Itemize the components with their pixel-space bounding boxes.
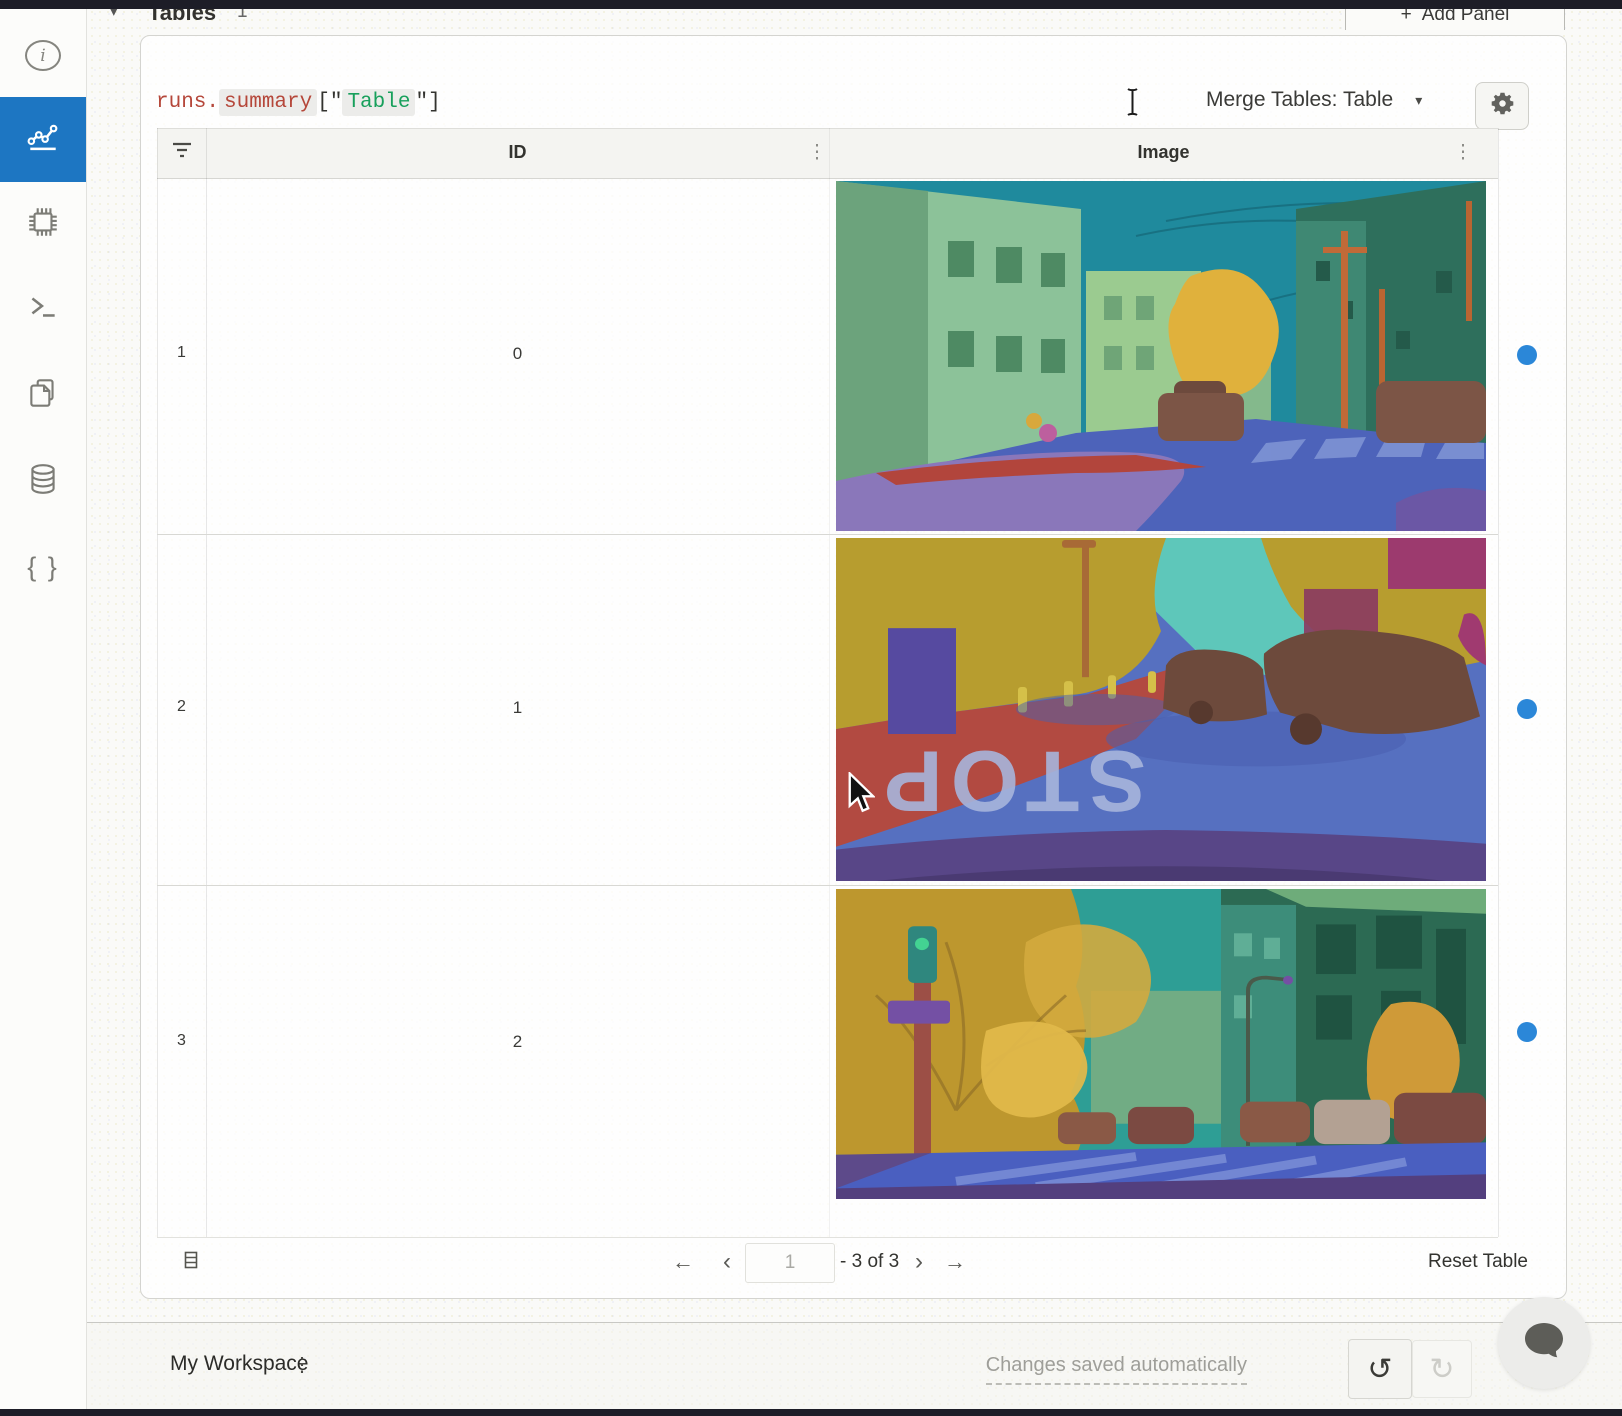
query-key-token: Table [342, 89, 415, 116]
gear-icon [1489, 90, 1516, 122]
chat-support-button[interactable] [1498, 1297, 1590, 1389]
row-height-icon [183, 1250, 199, 1275]
top-dark-strip [0, 0, 1622, 9]
text-cursor-icon [1126, 87, 1139, 122]
copy-icon [25, 375, 61, 416]
undo-button[interactable]: ↺ [1348, 1339, 1412, 1399]
sidebar-item-artifacts[interactable] [0, 439, 86, 524]
sidebar-item-config[interactable]: { } [0, 525, 86, 610]
row-height-button[interactable] [176, 1247, 206, 1277]
cell-id: 1 [206, 698, 829, 718]
cell-segmentation-image[interactable]: STOP [836, 538, 1486, 881]
workspace-menu-button[interactable]: ⋮ [292, 1352, 312, 1377]
chevron-down-icon: ▾ [1415, 92, 1422, 109]
database-icon [25, 461, 61, 502]
wandb-workspace: ▾ Tables 1 + Add Panel i [0, 0, 1622, 1416]
save-status-text: Changes saved automatically [986, 1354, 1247, 1385]
pagination-prev-button[interactable]: ‹ [712, 1248, 742, 1276]
cell-id: 2 [206, 1032, 829, 1052]
line-chart-icon [25, 119, 61, 160]
pagination-next-button[interactable]: › [904, 1248, 934, 1276]
query-quote-close: " [415, 91, 428, 114]
sidebar-item-system[interactable] [0, 182, 86, 267]
terminal-icon [25, 289, 61, 330]
plus-icon: + [1401, 9, 1412, 26]
column-menu-image[interactable]: ⋮ [1450, 128, 1476, 177]
braces-icon: { } [27, 552, 59, 583]
kebab-icon: ⋮ [808, 146, 827, 160]
run-color-dot [1517, 699, 1537, 719]
column-menu-id[interactable]: ⋮ [804, 128, 830, 177]
filter-icon [172, 142, 192, 163]
add-panel-label: Add Panel [1422, 9, 1510, 26]
pagination-range-label: - 3 of 3 [840, 1251, 899, 1273]
panel-count-badge: 1 [237, 9, 248, 23]
table-border-left [157, 128, 158, 1237]
row-divider [157, 885, 1498, 886]
svg-text:STOP: STOP [876, 733, 1146, 829]
sidebar-item-files[interactable] [0, 353, 86, 438]
column-divider [206, 128, 207, 1237]
left-sidebar: i { } [0, 9, 87, 1409]
query-quote-open: " [330, 91, 343, 114]
kebab-icon: ⋮ [1454, 146, 1473, 160]
sidebar-item-logs[interactable] [0, 267, 86, 352]
filter-button[interactable] [157, 128, 206, 177]
info-icon: i [25, 40, 61, 71]
run-color-dot [1517, 345, 1537, 365]
caret-down-icon[interactable]: ▾ [110, 9, 118, 20]
cell-id: 0 [206, 344, 829, 364]
chat-bubble-icon [1517, 1314, 1571, 1373]
row-index: 2 [157, 698, 206, 716]
cell-segmentation-image[interactable] [836, 181, 1486, 531]
sidebar-item-panels[interactable] [0, 97, 86, 182]
cell-segmentation-image[interactable] [836, 889, 1486, 1199]
pagination-last-button[interactable]: → [940, 1248, 970, 1276]
table-border-right [1498, 128, 1499, 1237]
bottom-dark-strip [0, 1409, 1622, 1416]
run-color-dot [1517, 1022, 1537, 1042]
pagination-page-input[interactable] [745, 1243, 835, 1283]
column-divider [829, 128, 830, 1237]
merge-tables-dropdown[interactable]: Merge Tables: Table ▾ [1206, 88, 1422, 112]
status-bar-divider [0, 1322, 1622, 1323]
panel-settings-button[interactable] [1475, 82, 1529, 130]
redo-button[interactable]: ↻ [1412, 1340, 1472, 1398]
column-header-id[interactable]: ID [206, 128, 829, 177]
section-title: Tables [148, 9, 216, 26]
pagination-first-button[interactable]: ← [668, 1248, 698, 1276]
panel-query-expression: runs. summary [ " Table " ] [156, 86, 441, 118]
query-bracket-close: ] [428, 91, 441, 114]
add-panel-button[interactable]: + Add Panel [1345, 9, 1565, 30]
query-runs-token: runs. [156, 91, 219, 114]
merge-tables-label: Merge Tables: Table [1206, 88, 1393, 112]
reset-table-button[interactable]: Reset Table [1428, 1251, 1528, 1273]
workspace-title[interactable]: My Workspace [170, 1352, 308, 1376]
table-footer-divider [157, 1237, 1498, 1238]
chip-icon [25, 204, 61, 245]
row-index: 1 [157, 344, 206, 362]
column-header-image[interactable]: Image [829, 128, 1498, 177]
query-summary-token: summary [219, 89, 317, 116]
row-index: 3 [157, 1032, 206, 1050]
row-divider [157, 534, 1498, 535]
mouse-cursor [845, 772, 875, 821]
section-header-strip: ▾ Tables 1 + Add Panel [0, 9, 1622, 30]
sidebar-item-info[interactable]: i [0, 13, 86, 98]
query-bracket-open: [ [317, 91, 330, 114]
